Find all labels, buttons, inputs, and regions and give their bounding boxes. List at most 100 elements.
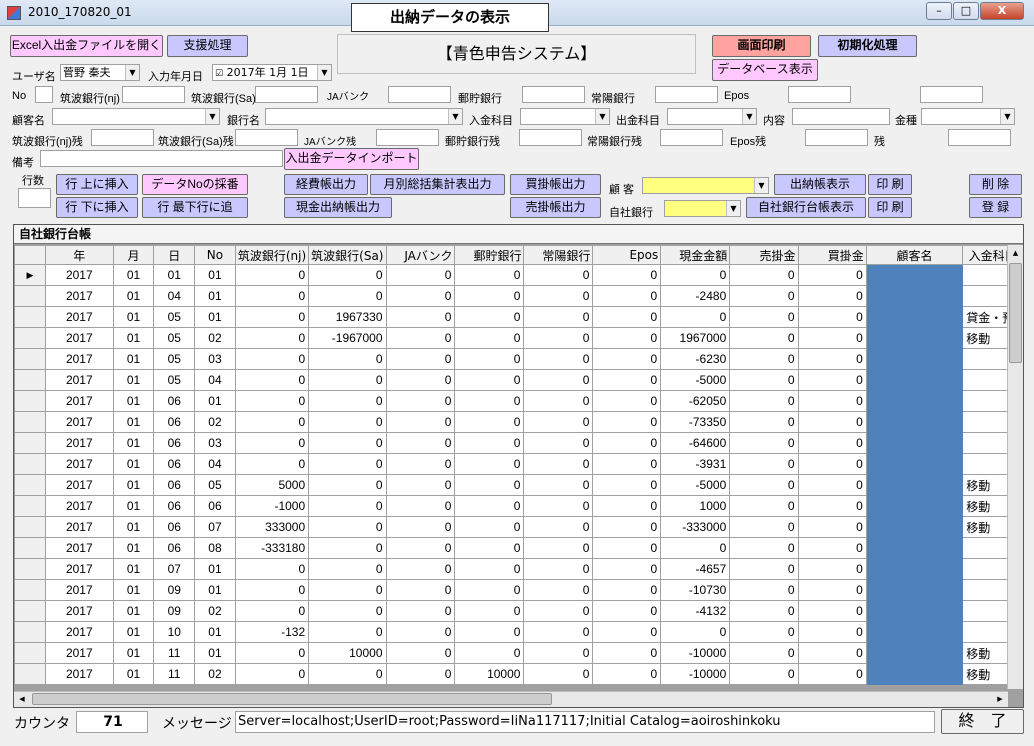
table-cell[interactable]: 0	[523, 663, 594, 685]
column-header[interactable]: 顧客名	[865, 245, 964, 265]
table-cell[interactable]: 2017	[44, 663, 114, 685]
table-cell[interactable]: 0	[523, 474, 594, 496]
cash-book-button[interactable]: 現金出納帳出力	[284, 197, 392, 218]
table-cell[interactable]: 0	[523, 621, 594, 643]
table-cell[interactable]: 01	[112, 411, 155, 433]
table-cell[interactable]: 0	[234, 411, 310, 433]
table-cell[interactable]: 0	[454, 537, 525, 559]
table-cell[interactable]: 2017	[44, 621, 114, 643]
table-cell[interactable]: 0	[308, 537, 387, 559]
table-cell[interactable]: 02	[194, 327, 236, 349]
table-cell[interactable]: 0	[592, 642, 662, 664]
table-cell[interactable]: 0	[523, 537, 594, 559]
table-cell[interactable]: 02	[194, 663, 236, 685]
table-cell[interactable]: 0	[454, 579, 525, 601]
no-input[interactable]	[35, 86, 53, 103]
tsukuba-nj-input[interactable]	[122, 86, 185, 103]
table-cell[interactable]	[865, 390, 964, 412]
joyo-input[interactable]	[655, 86, 718, 103]
table-cell[interactable]: 0	[454, 285, 525, 307]
table-cell[interactable]: -333000	[660, 516, 731, 538]
column-header[interactable]: JAバンク	[385, 245, 456, 265]
table-row[interactable]: 2017 01 06 03 0 0 0 0 0 0 -64600 0 0	[14, 432, 1023, 454]
table-cell[interactable]: 03	[194, 348, 236, 370]
table-cell[interactable]: 0	[523, 285, 594, 307]
table-cell[interactable]: 01	[112, 432, 155, 454]
table-cell[interactable]: 0	[385, 411, 456, 433]
column-header[interactable]: 筑波銀行(Sa)	[308, 245, 387, 265]
scroll-up-icon[interactable]: ▲	[1008, 245, 1023, 261]
table-cell[interactable]: 06	[153, 390, 196, 412]
table-cell[interactable]	[865, 474, 964, 496]
row-header[interactable]: ▶	[14, 264, 46, 286]
table-cell[interactable]	[865, 579, 964, 601]
table-cell[interactable]: 0	[454, 306, 525, 328]
table-cell[interactable]: 0	[729, 306, 799, 328]
table-cell[interactable]: -10000	[660, 642, 731, 664]
table-cell[interactable]: 0	[592, 621, 662, 643]
insert-above-button[interactable]: 行 上に挿入	[56, 174, 138, 195]
close-button[interactable]: X	[980, 2, 1024, 20]
table-row[interactable]: 2017 01 06 01 0 0 0 0 0 0 -62050 0 0	[14, 390, 1023, 412]
table-cell[interactable]: 0	[454, 495, 525, 517]
table-cell[interactable]: 0	[592, 432, 662, 454]
vertical-scroll-thumb[interactable]	[1009, 263, 1022, 363]
payable-button[interactable]: 買掛帳出力	[510, 174, 601, 195]
table-row[interactable]: 2017 01 06 02 0 0 0 0 0 0 -73350 0 0	[14, 411, 1023, 433]
table-cell[interactable]: 0	[454, 453, 525, 475]
table-cell[interactable]	[865, 663, 964, 685]
table-cell[interactable]: 0	[592, 495, 662, 517]
expense-button[interactable]: 経費帳出力	[284, 174, 368, 195]
table-cell[interactable]: 0	[385, 285, 456, 307]
table-cell[interactable]	[865, 495, 964, 517]
table-cell[interactable]: 0	[385, 348, 456, 370]
table-cell[interactable]: -132	[234, 621, 310, 643]
table-cell[interactable]: 0	[797, 579, 867, 601]
table-cell[interactable]	[865, 642, 964, 664]
delete-button[interactable]: 削 除	[969, 174, 1022, 195]
horizontal-scrollbar[interactable]: ◀ ▶	[14, 691, 1008, 707]
table-cell[interactable]: 2017	[44, 474, 114, 496]
row-header[interactable]	[14, 411, 46, 433]
table-cell[interactable]: 2017	[44, 390, 114, 412]
table-cell[interactable]: 05	[194, 474, 236, 496]
table-cell[interactable]: 01	[194, 285, 236, 307]
table-cell[interactable]: 0	[454, 516, 525, 538]
table-cell[interactable]: 01	[194, 642, 236, 664]
table-cell[interactable]: 01	[112, 285, 155, 307]
table-cell[interactable]: 0	[308, 369, 387, 391]
table-cell[interactable]: 0	[523, 264, 594, 286]
table-row[interactable]: 2017 01 11 02 0 0 0 10000 0 0 -10000 0 0 移動	[14, 663, 1023, 685]
bal-input[interactable]	[948, 129, 1011, 146]
maximize-button[interactable]: □	[953, 2, 979, 20]
add-last-row-button[interactable]: 行 最下行に追	[142, 197, 248, 218]
table-cell[interactable]	[865, 558, 964, 580]
table-cell[interactable]: -62050	[660, 390, 731, 412]
table-cell[interactable]: 0	[385, 264, 456, 286]
row-header[interactable]	[14, 516, 46, 538]
table-cell[interactable]: 0	[385, 621, 456, 643]
table-cell[interactable]: 06	[153, 516, 196, 538]
scroll-left-icon[interactable]: ◀	[14, 692, 30, 707]
table-cell[interactable]: 0	[234, 600, 310, 622]
out-item-select[interactable]: ▼	[667, 108, 757, 125]
column-header[interactable]: 郵貯銀行	[454, 245, 525, 265]
table-cell[interactable]: 0	[385, 642, 456, 664]
table-cell[interactable]: 333000	[234, 516, 310, 538]
table-cell[interactable]: 0	[234, 285, 310, 307]
table-cell[interactable]: 0	[797, 558, 867, 580]
joyo-bal-input[interactable]	[660, 129, 723, 146]
table-cell[interactable]: 0	[308, 264, 387, 286]
table-cell[interactable]: -333180	[234, 537, 310, 559]
table-cell[interactable]: 0	[592, 600, 662, 622]
tsukuba-sa-bal-input[interactable]	[235, 129, 298, 146]
table-cell[interactable]	[865, 537, 964, 559]
table-cell[interactable]: 06	[194, 495, 236, 517]
table-cell[interactable]: 0	[797, 327, 867, 349]
checkbox-icon[interactable]: ☑	[215, 69, 223, 79]
ja-bal-input[interactable]	[376, 129, 439, 146]
table-cell[interactable]: 01	[112, 495, 155, 517]
table-cell[interactable]: 06	[153, 411, 196, 433]
table-cell[interactable]: 0	[454, 642, 525, 664]
table-row[interactable]: 2017 01 06 07 333000 0 0 0 0 0 -333000 0 0 移動	[14, 516, 1023, 538]
